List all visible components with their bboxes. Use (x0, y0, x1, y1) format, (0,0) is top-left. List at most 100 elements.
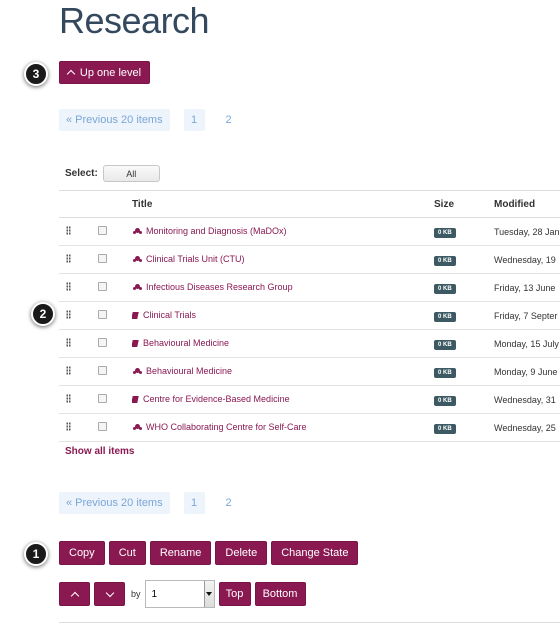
by-label: by (131, 589, 141, 599)
drag-handle[interactable] (59, 385, 91, 414)
move-by-stepper (144, 580, 215, 608)
move-top-button[interactable]: Top (218, 582, 251, 606)
item-title: Clinical Trials (143, 310, 197, 321)
table-row: Clinical Trials 0 KB Friday, 7 Septer (59, 301, 560, 330)
divider (59, 622, 560, 623)
rename-button[interactable]: Rename (149, 541, 212, 565)
row-checkbox[interactable] (98, 254, 107, 263)
item-title: Monitoring and Diagnosis (MaDOx) (146, 226, 287, 237)
cut-button[interactable]: Cut (108, 541, 146, 565)
chevron-up-icon (70, 591, 79, 600)
drag-handle-icon (66, 338, 71, 347)
chevron-up-icon (66, 69, 76, 79)
item-title-link[interactable]: Centre for Evidence-Based Medicine (132, 394, 290, 404)
select-all-button[interactable]: All (102, 165, 160, 182)
size-badge: 0 KB (434, 367, 456, 378)
drag-handle-icon (66, 310, 71, 319)
pagination-top: « Previous 20 items 1 2 (59, 109, 239, 131)
item-title-link[interactable]: WHO Collaborating Centre for Self-Care (132, 422, 307, 432)
row-checkbox[interactable] (98, 394, 107, 403)
table-row: Monitoring and Diagnosis (MaDOx) 0 KB Tues… (59, 217, 560, 246)
group-icon (132, 283, 143, 291)
table-row: Infectious Diseases Research Group 0 KB Fr… (59, 273, 560, 302)
item-title-link[interactable]: Behavioural Medicine (132, 366, 232, 376)
select-label: Select: (65, 168, 98, 179)
item-title: Behavioural Medicine (143, 338, 230, 349)
modified-date: Monday, 9 June (494, 357, 560, 386)
previous-items-button[interactable]: « Previous 20 items (59, 492, 170, 514)
table-row: Behavioural Medicine 0 KB Monday, 9 June (59, 357, 560, 386)
drag-handle-icon (66, 366, 71, 375)
modified-date: Tuesday, 28 Jan (494, 217, 560, 246)
action-buttons: Copy Cut Rename Delete Change State (59, 541, 359, 565)
group-icon (132, 255, 143, 263)
column-size[interactable]: Size (434, 190, 494, 218)
table-row: WHO Collaborating Centre for Self-Care 0 … (59, 413, 560, 442)
row-checkbox[interactable] (98, 282, 107, 291)
column-modified[interactable]: Modified (494, 190, 560, 218)
page-1-link[interactable]: 1 (183, 109, 205, 131)
item-title-link[interactable]: Monitoring and Diagnosis (MaDOx) (132, 226, 287, 236)
page-2-link[interactable]: 2 (219, 114, 239, 126)
drag-handle[interactable] (59, 329, 91, 358)
drag-handle[interactable] (59, 413, 91, 442)
group-icon (132, 227, 143, 235)
table-row: Clinical Trials Unit (CTU) 0 KB Wednesday,… (59, 245, 560, 274)
column-title[interactable]: Title (132, 190, 434, 218)
copy-button[interactable]: Copy (59, 541, 105, 565)
delete-button[interactable]: Delete (215, 541, 268, 565)
row-checkbox[interactable] (98, 366, 107, 375)
drag-handle[interactable] (59, 217, 91, 246)
row-checkbox[interactable] (98, 310, 107, 319)
row-checkbox[interactable] (98, 226, 107, 235)
move-by-dropdown[interactable] (203, 581, 214, 607)
change-state-button[interactable]: Change State (271, 541, 359, 565)
size-badge: 0 KB (434, 311, 456, 322)
row-checkbox[interactable] (98, 338, 107, 347)
drag-handle[interactable] (59, 301, 91, 330)
size-badge: 0 KB (434, 283, 456, 294)
item-title: Behavioural Medicine (146, 366, 233, 377)
callout-badge-1: 1 (24, 542, 48, 566)
page-2-link[interactable]: 2 (219, 497, 239, 509)
move-down-button[interactable] (94, 582, 125, 606)
drag-handle-icon (66, 282, 71, 291)
drag-handle[interactable] (59, 245, 91, 274)
table-header-row: Title Size Modified (59, 190, 560, 218)
drag-handle[interactable] (59, 273, 91, 302)
modified-date: Wednesday, 19 (494, 245, 560, 274)
modified-date: Friday, 13 June (494, 273, 560, 302)
callout-badge-2: 2 (31, 302, 55, 326)
up-one-level-button[interactable]: Up one level (59, 61, 150, 84)
drag-handle-icon (66, 254, 71, 263)
move-by-input[interactable] (145, 581, 204, 607)
previous-items-button[interactable]: « Previous 20 items (59, 109, 170, 131)
table-row: Centre for Evidence-Based Medicine 0 KB We… (59, 385, 560, 414)
group-icon (132, 423, 143, 431)
item-title-link[interactable]: Behavioural Medicine (132, 338, 229, 348)
show-all-items-link[interactable]: Show all items (65, 446, 134, 457)
row-checkbox[interactable] (98, 422, 107, 431)
drag-handle[interactable] (59, 357, 91, 386)
book-icon (132, 339, 139, 347)
move-up-button[interactable] (59, 582, 90, 606)
table-row: Behavioural Medicine 0 KB Monday, 15 July (59, 329, 560, 358)
move-bottom-button[interactable]: Bottom (254, 582, 306, 606)
caret-down-icon (206, 592, 213, 596)
items-table: Title Size Modified Monitoring and Diagn… (59, 190, 560, 442)
item-title-link[interactable]: Infectious Diseases Research Group (132, 282, 293, 292)
size-badge: 0 KB (434, 423, 456, 434)
ordering-controls: by Top Bottom (59, 580, 306, 608)
item-title-link[interactable]: Clinical Trials (132, 310, 196, 320)
page-1-link[interactable]: 1 (183, 492, 205, 514)
book-icon (132, 395, 139, 403)
item-title: Centre for Evidence-Based Medicine (143, 394, 290, 405)
item-title-link[interactable]: Clinical Trials Unit (CTU) (132, 254, 245, 264)
modified-date: Wednesday, 25 (494, 413, 560, 442)
callout-badge-3: 3 (24, 62, 48, 86)
modified-date: Wednesday, 31 (494, 385, 560, 414)
modified-date: Friday, 7 Septer (494, 301, 560, 330)
up-one-level-label: Up one level (79, 66, 142, 79)
modified-date: Monday, 15 July (494, 329, 560, 358)
size-badge: 0 KB (434, 339, 456, 350)
